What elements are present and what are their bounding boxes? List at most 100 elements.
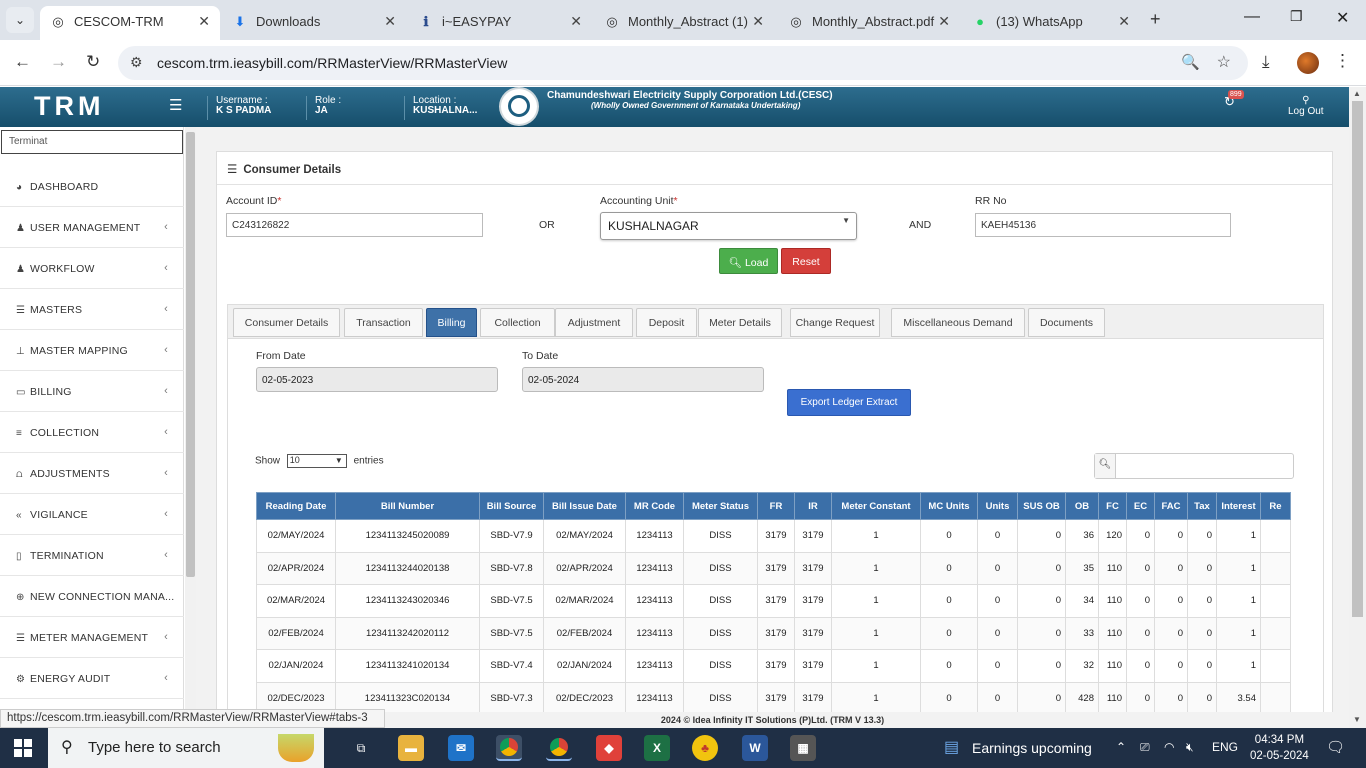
excel-icon[interactable]: X [644,735,670,761]
file-explorer-icon[interactable]: ▬ [398,735,424,761]
column-header[interactable]: FC [1098,492,1127,520]
chevron-up-icon[interactable]: ⌃ [1116,740,1126,754]
back-icon[interactable]: ← [14,52,31,72]
sidebar-item-masters[interactable]: ☰ MASTERS ‹ [0,289,184,330]
sidebar-item-workflow[interactable]: ♟ WORKFLOW ‹ [0,248,184,289]
mail-icon[interactable]: ✉ [448,735,474,761]
to-date-input[interactable]: 02-05-2024 [522,367,764,392]
chrome-profile-icon[interactable] [546,735,572,761]
column-header[interactable]: SUS OB [1017,492,1066,520]
sidebar-item-termination[interactable]: ▯ TERMINATION ‹ [0,535,184,576]
column-header[interactable]: MR Code [625,492,684,520]
tab-miscellaneous-demand[interactable]: Miscellaneous Demand [891,308,1025,337]
tab-billing[interactable]: Billing [426,308,477,337]
language-indicator[interactable]: ENG [1212,740,1238,754]
column-header[interactable]: Meter Status [683,492,758,520]
close-icon[interactable]: ✕ [938,13,950,30]
volume-muted-icon[interactable]: 🔇︎ [1186,740,1194,755]
billing-table-wrapper[interactable]: Reading Date Bill Number Bill Source Bill I… [256,492,1295,739]
table-row[interactable]: 02/APR/2024 1234113244020138 SBD-V7.8 02/AP… [256,551,1291,585]
notifications-icon[interactable]: 🗨︎ [1326,738,1345,756]
browser-tab-monthly-abstract-1[interactable]: ◎ Monthly_Abstract (1) ✕ [594,6,774,40]
news-icon[interactable]: ▤ [944,737,959,757]
export-ledger-button[interactable]: Export Ledger Extract [787,389,911,416]
network-device-icon[interactable]: ⎚ [1140,740,1150,755]
rr-no-input[interactable]: KAEH45136 [975,213,1231,237]
column-header[interactable]: EC [1126,492,1155,520]
column-header[interactable]: Units [977,492,1018,520]
taskbar-search[interactable]: ⚲ Type here to search [48,728,324,768]
close-icon[interactable]: ✕ [198,13,210,30]
tab-change-request[interactable]: Change Request [790,308,880,337]
load-button[interactable]: 🔍︎ Load [719,248,778,274]
from-date-input[interactable]: 02-05-2023 [256,367,498,392]
restore-icon[interactable]: ❐ [1290,8,1303,25]
zoom-icon[interactable]: 🔍 [1181,53,1200,71]
sidebar-item-energy-audit[interactable]: ⚙ ENERGY AUDIT ‹ [0,658,184,699]
column-header[interactable]: OB [1065,492,1099,520]
anydesk-icon[interactable]: ◆ [596,735,622,761]
column-header[interactable]: Reading Date [256,492,336,520]
page-scrollbar[interactable]: ▲ ▼ [1349,87,1366,728]
column-header[interactable]: Interest [1216,492,1261,520]
site-info-icon[interactable]: ⚙ [130,54,143,71]
sidebar-item-user-management[interactable]: ♟ USER MANAGEMENT ‹ [0,207,184,248]
bookmark-star-icon[interactable]: ☆ [1217,52,1231,72]
forward-icon[interactable]: → [50,52,67,72]
system-clock[interactable]: 04:34 PM 02-05-2024 [1250,732,1309,764]
wifi-icon[interactable]: ◠ [1164,740,1174,754]
weather-widget[interactable]: Earnings upcoming [972,740,1092,756]
browser-tab-monthly-abstract-pdf[interactable]: ◎ Monthly_Abstract.pdf ✕ [778,6,960,40]
hamburger-menu-icon[interactable]: ☰ [169,96,182,114]
calculator-icon[interactable]: ▦ [790,735,816,761]
table-row[interactable]: 02/MAR/2024 1234113243020346 SBD-V7.5 02/MA… [256,584,1291,618]
chrome-icon[interactable] [496,735,522,761]
column-header[interactable]: Bill Issue Date [543,492,626,520]
brand-logo[interactable]: TRM [34,91,104,122]
column-header[interactable]: FR [757,492,795,520]
tab-documents[interactable]: Documents [1028,308,1105,337]
browser-tab-whatsapp[interactable]: ● (13) WhatsApp ✕ [962,6,1140,40]
entries-select[interactable]: 10 ▼ [286,454,347,468]
column-header[interactable]: MC Units [920,492,978,520]
browser-tab-cescom[interactable]: ◎ CESCOM-TRM ✕ [40,6,220,40]
column-header[interactable]: FAC [1154,492,1188,520]
browser-tab-easypay[interactable]: ℹ i~EASYPAY ✕ [408,6,592,40]
column-header[interactable]: Meter Constant [831,492,921,520]
sidebar-item-adjustments[interactable]: ⩍ ADJUSTMENTS ‹ [0,453,184,494]
browser-tab-downloads[interactable]: ⬇ Downloads ✕ [222,6,406,40]
menu-kebab-icon[interactable]: ⋮ [1334,51,1351,71]
close-icon[interactable]: ✕ [752,13,764,30]
downloads-icon[interactable]: ⤓ [1262,52,1270,72]
windows-start-icon[interactable] [14,739,32,757]
sidebar-scrollbar[interactable] [185,127,196,710]
close-icon[interactable]: ✕ [1118,13,1130,30]
tab-search-button[interactable]: ⌄ [6,7,34,33]
table-row[interactable]: 02/DEC/2023 123411323C020134 SBD-V7.3 02/DE… [256,681,1291,715]
tab-adjustment[interactable]: Adjustment [555,308,633,337]
table-search-input[interactable]: 🔍︎ [1094,453,1294,479]
omnibox[interactable]: ⚙ cescom.trm.ieasybill.com/RRMasterView/… [118,46,1248,80]
reload-icon[interactable]: ↻ [86,52,100,72]
account-id-input[interactable]: C243126822 [226,213,483,237]
column-header[interactable]: Tax [1187,492,1217,520]
word-icon[interactable]: W [742,735,768,761]
close-window-icon[interactable]: ✕ [1336,8,1349,28]
sidebar-item-master-mapping[interactable]: ⊥ MASTER MAPPING ‹ [0,330,184,371]
app-icon[interactable]: ♣ [692,735,718,761]
new-tab-button[interactable]: + [1150,9,1161,30]
sidebar-item-meter-management[interactable]: ☰ METER MANAGEMENT ‹ [0,617,184,658]
tab-deposit[interactable]: Deposit [636,308,697,337]
column-header[interactable]: Bill Source [479,492,544,520]
sidebar-item-billing[interactable]: ▭ BILLING ‹ [0,371,184,412]
url-text[interactable]: cescom.trm.ieasybill.com/RRMasterView/RR… [157,55,507,71]
tab-transaction[interactable]: Transaction [344,308,423,337]
sidebar-item-dashboard[interactable]: ◕ DASHBOARD [0,166,184,207]
sidebar-item-collection[interactable]: ≡ COLLECTION ‹ [0,412,184,453]
tab-meter-details[interactable]: Meter Details [698,308,782,337]
sidebar-item-vigilance[interactable]: « VIGILANCE ‹ [0,494,184,535]
minimize-icon[interactable]: — [1244,8,1260,26]
task-view-icon[interactable]: ⧉ [348,735,374,761]
profile-avatar[interactable] [1297,52,1319,74]
sidebar-search-input[interactable]: Terminat [1,130,183,154]
